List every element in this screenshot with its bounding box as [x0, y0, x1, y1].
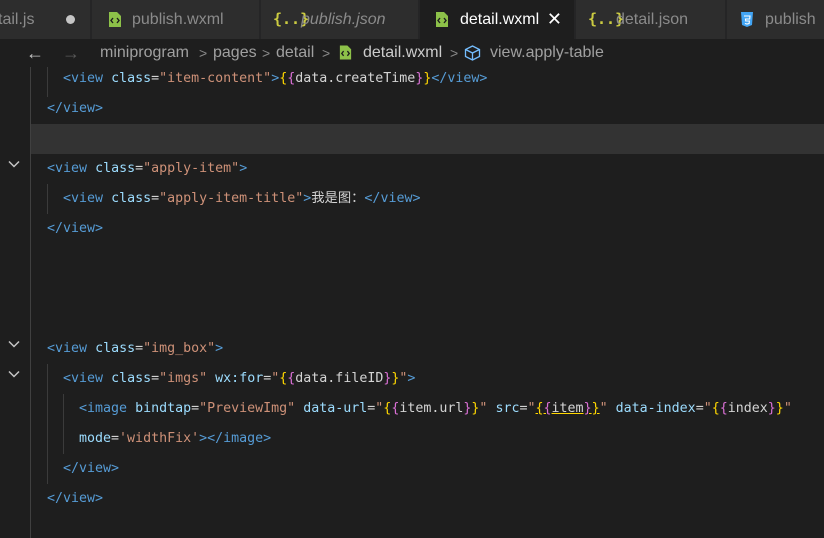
wxml-file-icon	[339, 45, 352, 60]
indent-guide	[63, 394, 64, 454]
back-arrow-icon[interactable]: ←	[26, 39, 44, 67]
code-line[interactable]: <view class="imgs" wx:for="{{data.fileID…	[63, 364, 415, 394]
breadcrumb-detail-wxml[interactable]: detail.wxml	[363, 39, 442, 67]
css-file-icon	[741, 12, 753, 27]
indent-guide	[47, 67, 48, 97]
tab-label: publish	[765, 11, 816, 28]
code-line[interactable]: mode='widthFix'></image>	[79, 424, 271, 454]
tab-detail-json[interactable]: {..} detail.json	[576, 0, 726, 39]
current-line-highlight	[31, 124, 824, 154]
code-line[interactable]: <view class="apply-item">	[47, 154, 247, 184]
tab-label: publish.json	[301, 11, 386, 28]
cube-symbol-icon	[464, 45, 481, 61]
wxml-file-icon	[436, 12, 448, 27]
breadcrumb-separator: >	[450, 45, 459, 61]
tab-detail-wxml[interactable]: detail.wxml ✕	[420, 0, 575, 39]
code-line[interactable]: </view>	[63, 454, 119, 484]
code-line[interactable]: </view>	[47, 484, 103, 514]
breadcrumb-detail[interactable]: detail	[276, 39, 314, 67]
tab-publish-wxss[interactable]: publish	[727, 0, 824, 39]
breadcrumb-separator: >	[199, 45, 208, 61]
breadcrumb-view-apply-table[interactable]: view.apply-table	[490, 39, 604, 67]
tab-label: detail.json	[616, 11, 689, 28]
code-line[interactable]: <view class="apply-item-title">我是图：</vie…	[63, 184, 420, 214]
unsaved-dot-icon[interactable]	[66, 15, 75, 24]
fold-chevron-down-icon[interactable]	[7, 157, 21, 171]
forward-arrow-icon[interactable]: →	[62, 39, 80, 67]
tab-publish-wxml[interactable]: publish.wxml	[92, 0, 260, 39]
code-line[interactable]: <view class="item-content">{{data.create…	[63, 64, 487, 94]
indent-guide	[47, 364, 48, 484]
code-line[interactable]: </view>	[47, 214, 103, 244]
fold-chevron-down-icon[interactable]	[7, 367, 21, 381]
breadcrumb-separator: >	[262, 45, 271, 61]
tab-publish-json[interactable]: {..} publish.json	[261, 0, 419, 39]
indent-guide	[47, 184, 48, 214]
close-tab-icon[interactable]: ✕	[547, 0, 562, 39]
breadcrumb-pages[interactable]: pages	[213, 39, 257, 67]
code-line[interactable]: </view>	[47, 94, 103, 124]
code-line[interactable]: <image bindtap="PreviewImg" data-url="{{…	[79, 394, 792, 424]
tab-detail-js[interactable]: tail.js	[0, 0, 91, 39]
fold-chevron-down-icon[interactable]	[7, 337, 21, 351]
tab-label: detail.wxml	[460, 11, 540, 28]
editor-tab-bar: tail.js publish.wxml {..} publish.json d…	[0, 0, 824, 39]
wxml-file-icon	[109, 12, 121, 27]
tab-label: publish.wxml	[132, 11, 224, 28]
breadcrumb: ] ← → miniprogram > pages > detail > det…	[0, 39, 824, 67]
breadcrumb-miniprogram[interactable]: miniprogram	[100, 39, 189, 67]
bracket-edge-icon: ]	[0, 39, 1, 67]
breadcrumb-separator: >	[322, 45, 331, 61]
tab-label: tail.js	[0, 11, 35, 28]
code-line[interactable]: <view class="img_box">	[47, 334, 223, 364]
